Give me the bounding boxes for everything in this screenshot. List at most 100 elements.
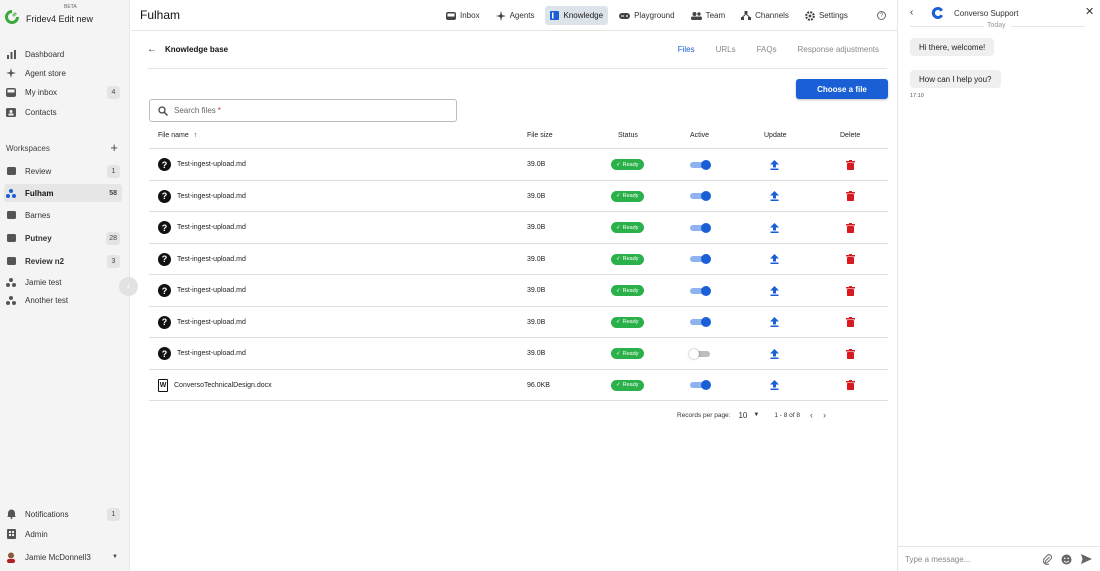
delete-cell	[846, 212, 855, 243]
sidebar-item-notifications[interactable]: Notifications 1	[4, 505, 122, 523]
chat-back-icon[interactable]: ‹	[910, 7, 913, 18]
upload-icon[interactable]	[770, 285, 779, 296]
trash-icon[interactable]	[846, 348, 855, 359]
gamepad-icon	[619, 12, 631, 19]
back-arrow-icon[interactable]: ←	[147, 44, 157, 55]
tab-settings[interactable]: Settings	[800, 6, 853, 25]
help-icon[interactable]: ?	[877, 11, 886, 20]
count-badge: 1	[107, 507, 120, 521]
user-menu[interactable]: Jamie McDonnell3 ▼	[4, 548, 122, 566]
file-size-cell: 39.0B	[527, 338, 545, 369]
message-input[interactable]: Type a message...	[905, 555, 1043, 564]
trash-icon[interactable]	[846, 159, 855, 170]
status-text: Ready	[622, 319, 639, 325]
knowledge-tabs: Files URLs FAQs Response adjustments	[657, 45, 879, 54]
send-icon[interactable]	[1081, 554, 1092, 564]
choose-file-button[interactable]: Choose a file	[796, 79, 888, 99]
sidebar-item-label: Agent store	[25, 68, 66, 78]
toggle-knob	[701, 380, 711, 390]
trash-icon[interactable]	[846, 285, 855, 296]
add-workspace-button[interactable]: +	[110, 141, 118, 154]
sidebar-item-contacts[interactable]: Contacts	[4, 103, 122, 121]
check-icon: ✓	[616, 350, 621, 357]
upload-icon[interactable]	[770, 254, 779, 264]
sidebar-item-my-inbox[interactable]: My inbox 4	[4, 83, 122, 101]
tab-inbox[interactable]: Inbox	[441, 6, 485, 25]
trash-icon[interactable]	[846, 191, 855, 201]
table-row: W ConversoTechnicalDesign.docx 96.0KB ✓ Read…	[149, 370, 888, 401]
team-icon	[6, 295, 16, 305]
status-badge: ✓ Ready	[611, 159, 644, 170]
tab-urls[interactable]: URLs	[716, 45, 736, 54]
sidebar-item-another-test[interactable]: Another test	[4, 291, 122, 309]
delete-cell	[846, 307, 855, 338]
trash-icon[interactable]	[846, 317, 855, 327]
sidebar-item-review[interactable]: Review 1	[4, 162, 122, 180]
delete-cell	[846, 181, 855, 212]
active-toggle[interactable]	[690, 254, 711, 264]
count-badge: 1	[107, 164, 120, 178]
active-toggle[interactable]	[690, 222, 711, 233]
workspace-icon	[6, 256, 16, 266]
column-file-name[interactable]: File name ↑	[158, 132, 197, 139]
sidebar-item-putney[interactable]: Putney 28	[4, 229, 122, 247]
tab-agents[interactable]: Agents	[491, 6, 540, 25]
trash-icon[interactable]	[846, 222, 855, 233]
page-range: 1 - 8 of 8	[774, 411, 800, 419]
collapse-sidebar-button[interactable]: ‹	[119, 277, 138, 296]
close-icon[interactable]: ✕	[1085, 5, 1094, 18]
records-per-page-select[interactable]: 10	[738, 411, 747, 420]
tab-playground[interactable]: Playground	[614, 6, 679, 25]
tab-faqs[interactable]: FAQs	[757, 45, 777, 54]
sidebar-item-review-n2[interactable]: Review n2 3	[4, 252, 122, 270]
tab-knowledge[interactable]: Knowledge	[545, 6, 609, 25]
active-toggle[interactable]	[690, 159, 711, 170]
prev-page-icon[interactable]: ‹	[810, 410, 813, 420]
contacts-icon	[6, 107, 16, 117]
user-name: Jamie McDonnell3	[25, 552, 91, 562]
next-page-icon[interactable]: ›	[823, 410, 826, 420]
upload-icon[interactable]	[770, 380, 779, 390]
upload-icon[interactable]	[770, 348, 779, 359]
table-row: ? Test-ingest-upload.md 39.0B ✓ Ready	[149, 275, 888, 307]
tab-team[interactable]: Team	[686, 6, 731, 25]
count-badge: 3	[107, 254, 120, 268]
sidebar-item-agent-store[interactable]: Agent store	[4, 64, 122, 82]
active-cell	[690, 181, 711, 212]
emoji-icon[interactable]	[1061, 554, 1072, 565]
trash-icon[interactable]	[846, 380, 855, 390]
toggle-knob	[701, 159, 711, 170]
tab-response-adjustments[interactable]: Response adjustments	[798, 45, 879, 54]
tab-files[interactable]: Files	[678, 45, 695, 54]
delete-cell	[846, 244, 855, 275]
active-toggle[interactable]	[689, 348, 710, 359]
sidebar-item-label: Barnes	[25, 210, 51, 220]
sidebar-item-dashboard[interactable]: Dashboard	[4, 45, 122, 63]
chevron-down-icon[interactable]: ▼	[753, 412, 759, 418]
active-toggle[interactable]	[690, 317, 711, 327]
chat-message: How can I help you?	[910, 70, 1001, 88]
search-input[interactable]: Search files *	[149, 99, 457, 122]
active-toggle[interactable]	[690, 285, 711, 296]
sidebar-item-label: Another test	[25, 295, 69, 305]
tab-label: Agents	[509, 11, 535, 20]
brand[interactable]: BETA Fridev4 Edit new	[4, 4, 128, 30]
status-cell: ✓ Ready	[611, 149, 644, 180]
sidebar-item-jamie-test[interactable]: Jamie test	[4, 273, 122, 291]
upload-icon[interactable]	[770, 222, 779, 233]
trash-icon[interactable]	[846, 254, 855, 264]
file-name-cell: W ConversoTechnicalDesign.docx	[149, 370, 272, 401]
sidebar-item-barnes[interactable]: Barnes	[4, 206, 122, 224]
upload-icon[interactable]	[770, 159, 779, 170]
tab-channels[interactable]: Channels	[736, 6, 794, 25]
chat-title: Converso Support	[954, 9, 1019, 18]
chat-panel: ‹ Converso Support ✕ Today Hi there, wel…	[897, 0, 1100, 571]
upload-icon[interactable]	[770, 317, 779, 327]
active-toggle[interactable]	[690, 380, 711, 390]
sidebar-item-fulham[interactable]: Fulham 58	[4, 184, 122, 202]
check-icon: ✓	[616, 161, 621, 168]
sidebar-item-admin[interactable]: Admin	[4, 525, 122, 543]
attach-icon[interactable]	[1043, 553, 1052, 565]
active-toggle[interactable]	[690, 191, 711, 201]
upload-icon[interactable]	[770, 191, 779, 201]
